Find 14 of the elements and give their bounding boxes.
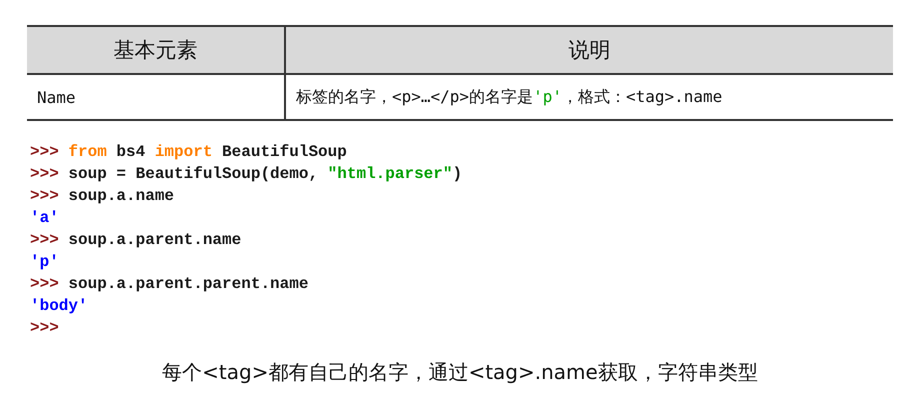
code-line: 'body' (30, 296, 88, 317)
code-line: 'a' (30, 208, 59, 229)
code-line: 'p' (30, 252, 59, 273)
code-line: >>> from bs4 import BeautifulSoup (30, 142, 347, 163)
code-line: >>> soup = BeautifulSoup(demo, "html.parser") (30, 164, 462, 185)
code-line: >>> soup.a.parent.name (30, 230, 242, 251)
code-line: >>> soup.a.parent.parent.name (30, 274, 308, 295)
caption: 每个<tag>都有自己的名字，通过<tag>.name获取，字符串类型 (162, 359, 758, 386)
code-line: >>> soup.a.name (30, 186, 174, 207)
code-line: >>> (30, 318, 59, 339)
table-cell: 标签的名字，<p>…</p>的名字是'p'，格式：<tag>.name (285, 74, 893, 120)
column-header: 基本元素 (27, 26, 285, 74)
table-cell: Name (27, 74, 285, 120)
column-header: 说明 (285, 26, 893, 74)
